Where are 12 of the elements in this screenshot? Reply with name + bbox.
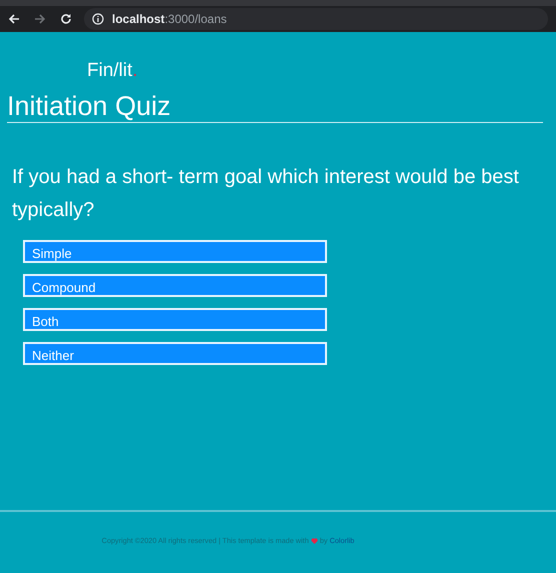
heart-icon <box>310 538 318 544</box>
answer-option-button[interactable]: Simple <box>23 240 327 263</box>
page-title: Initiation Quiz <box>7 91 543 123</box>
address-field[interactable]: localhost:3000/loans <box>112 12 227 26</box>
answer-option-button[interactable]: Both <box>23 308 327 331</box>
info-icon[interactable] <box>92 13 104 25</box>
logo-text[interactable]: Fin/lit. <box>87 60 556 82</box>
question-text: If you had a short- term goal which interest would be best typically? <box>12 165 520 223</box>
reload-icon[interactable] <box>60 13 72 25</box>
back-icon[interactable] <box>8 13 20 25</box>
answer-option-button[interactable]: Compound <box>23 274 327 297</box>
answer-option-button[interactable]: Neither <box>23 342 327 365</box>
